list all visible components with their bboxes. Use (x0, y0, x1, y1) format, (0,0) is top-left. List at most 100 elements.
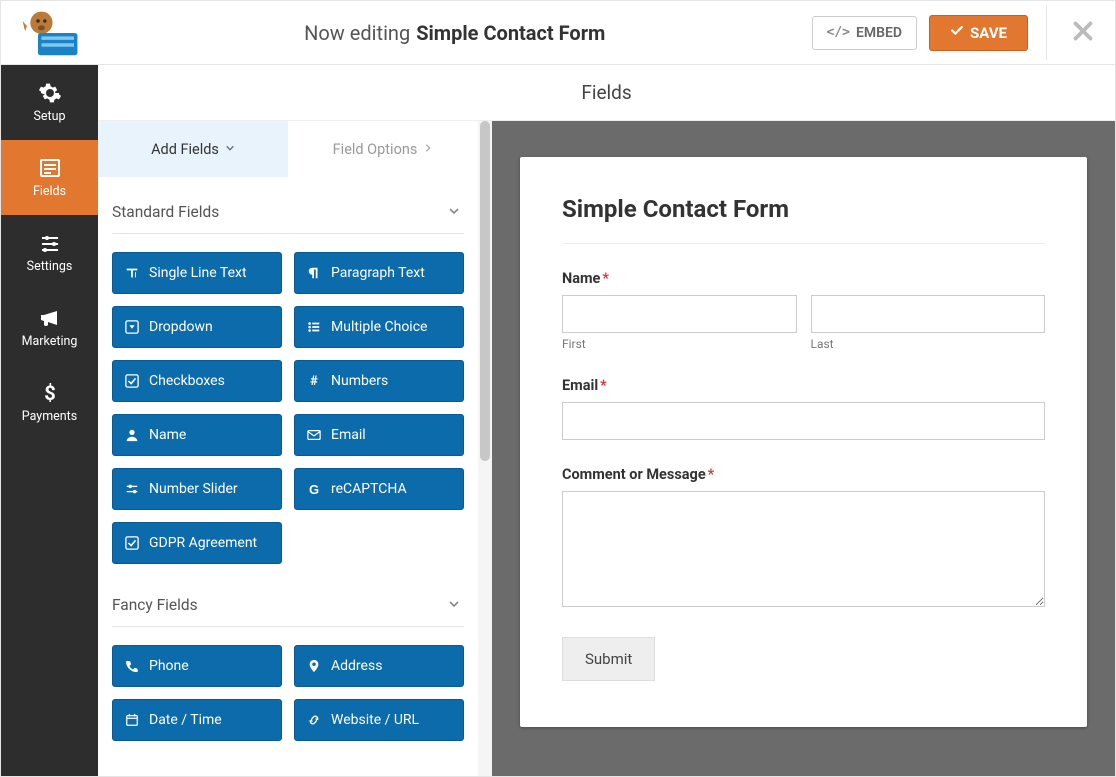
field-checkboxes[interactable]: Checkboxes (112, 360, 282, 402)
top-actions: </> EMBED SAVE (812, 6, 1116, 60)
field-label-name: Name* (562, 270, 1045, 287)
panel-scrollbar[interactable] (478, 121, 492, 776)
phone-icon (125, 659, 139, 673)
field-date-time[interactable]: Date / Time (112, 699, 282, 741)
panel-scroll[interactable]: Standard Fields Single Line Text (98, 177, 478, 776)
required-asterisk: * (600, 377, 607, 394)
group-fancy-fields: Fancy Fields Phone (112, 582, 464, 741)
form-icon (38, 156, 62, 180)
chevron-down-icon (225, 143, 235, 156)
field-label: Paragraph Text (331, 265, 425, 281)
last-name-col: Last (811, 295, 1046, 351)
field-label-email: Email* (562, 377, 1045, 394)
preview-field-email[interactable]: Email* (562, 377, 1045, 440)
field-recaptcha[interactable]: G reCAPTCHA (294, 468, 464, 510)
sidebar-item-fields[interactable]: Fields (1, 140, 98, 215)
preview-field-comment[interactable]: Comment or Message* (562, 466, 1045, 611)
sidebar-item-marketing[interactable]: Marketing (1, 290, 98, 365)
sidebar-item-setup[interactable]: Setup (1, 65, 98, 140)
tab-add-fields[interactable]: Add Fields (98, 121, 288, 177)
field-paragraph-text[interactable]: Paragraph Text (294, 252, 464, 294)
check-square-icon (125, 536, 139, 550)
field-email[interactable]: Email (294, 414, 464, 456)
google-icon: G (307, 482, 321, 496)
field-label: Numbers (331, 373, 388, 389)
close-button[interactable] (1069, 19, 1097, 47)
sidebar-label: Payments (22, 409, 77, 424)
tab-field-options[interactable]: Field Options (288, 121, 478, 177)
label-text: Comment or Message (562, 466, 706, 483)
submit-button[interactable]: Submit (562, 637, 655, 681)
text-icon (125, 266, 139, 280)
sidebar-label: Fields (33, 184, 66, 199)
form-preview[interactable]: Simple Contact Form Name* First (520, 157, 1087, 727)
last-sublabel: Last (811, 337, 1046, 351)
app-root: Now editing Simple Contact Form </> EMBE… (0, 0, 1116, 777)
gear-icon (38, 81, 62, 105)
editing-prefix: Now editing (304, 21, 410, 45)
sidebar-item-payments[interactable]: $ Payments (1, 365, 98, 440)
form-name: Simple Contact Form (416, 21, 605, 45)
field-label: Email (331, 427, 366, 443)
field-numbers[interactable]: # Numbers (294, 360, 464, 402)
fancy-field-grid: Phone Address Date / Time (112, 627, 464, 741)
bullhorn-icon (38, 306, 62, 330)
last-name-input[interactable] (811, 295, 1046, 333)
comment-textarea[interactable] (562, 491, 1045, 607)
name-row: First Last (562, 295, 1045, 351)
field-label: Name (149, 427, 186, 443)
field-single-line-text[interactable]: Single Line Text (112, 252, 282, 294)
embed-label: EMBED (856, 25, 902, 41)
list-icon (307, 320, 321, 334)
user-icon (125, 428, 139, 442)
submit-label: Submit (585, 650, 632, 668)
first-name-col: First (562, 295, 797, 351)
tab-label: Add Fields (151, 141, 219, 158)
field-gdpr-agreement[interactable]: GDPR Agreement (112, 522, 282, 564)
field-label: Phone (149, 658, 189, 674)
wpforms-logo-icon (21, 9, 79, 57)
topbar: Now editing Simple Contact Form </> EMBE… (1, 1, 1115, 65)
group-header-fancy[interactable]: Fancy Fields (112, 582, 464, 627)
field-label: Multiple Choice (331, 319, 427, 335)
field-label: Dropdown (149, 319, 213, 335)
link-icon (307, 713, 321, 727)
email-input[interactable] (562, 402, 1045, 440)
scroll-thumb[interactable] (480, 121, 490, 461)
required-asterisk: * (602, 270, 609, 287)
preview-field-name[interactable]: Name* First Last (562, 270, 1045, 351)
field-label: reCAPTCHA (331, 481, 407, 497)
chevron-down-icon (448, 205, 460, 220)
panel-tabs: Add Fields Field Options (98, 121, 478, 177)
field-name[interactable]: Name (112, 414, 282, 456)
panel-wrap: Add Fields Field Options (98, 121, 492, 776)
calendar-icon (125, 713, 139, 727)
dollar-icon: $ (38, 381, 62, 405)
group-header-standard[interactable]: Standard Fields (112, 189, 464, 234)
divider (1046, 6, 1047, 60)
close-icon (1073, 21, 1093, 41)
main-header-title: Fields (581, 81, 631, 104)
fields-panel: Add Fields Field Options (98, 121, 478, 776)
first-name-input[interactable] (562, 295, 797, 333)
label-text: Name (562, 270, 600, 287)
sidebar-item-settings[interactable]: Settings (1, 215, 98, 290)
field-label-comment: Comment or Message* (562, 466, 1045, 483)
sidebar-label: Setup (33, 109, 65, 124)
form-title: Simple Contact Form (562, 195, 1045, 244)
field-multiple-choice[interactable]: Multiple Choice (294, 306, 464, 348)
field-dropdown[interactable]: Dropdown (112, 306, 282, 348)
field-website-url[interactable]: Website / URL (294, 699, 464, 741)
field-phone[interactable]: Phone (112, 645, 282, 687)
group-standard-fields: Standard Fields Single Line Text (112, 189, 464, 564)
save-button[interactable]: SAVE (929, 15, 1028, 51)
check-square-icon (125, 374, 139, 388)
embed-button[interactable]: </> EMBED (812, 16, 918, 50)
field-label: Website / URL (331, 712, 419, 728)
field-number-slider[interactable]: Number Slider (112, 468, 282, 510)
label-text: Email (562, 377, 598, 394)
field-label: Address (331, 658, 382, 674)
chevron-down-icon (448, 598, 460, 613)
caret-square-icon (125, 320, 139, 334)
field-address[interactable]: Address (294, 645, 464, 687)
